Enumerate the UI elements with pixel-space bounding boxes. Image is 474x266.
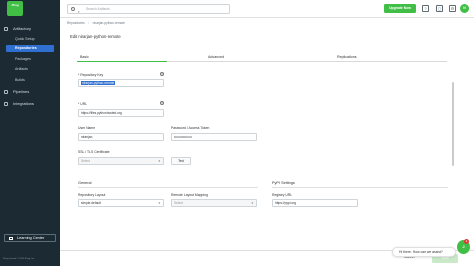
help-icon[interactable]: ?: [422, 5, 429, 12]
url-label: * URL: [78, 102, 88, 106]
breadcrumb-repositories[interactable]: Repositories: [67, 21, 85, 25]
repository-layout-select[interactable]: simple-default ▾: [78, 199, 164, 207]
info-icon[interactable]: ?: [160, 101, 164, 105]
sidebar-sub-label: Quick Setup: [15, 37, 35, 41]
tab-advanced[interactable]: Advanced: [205, 54, 305, 62]
repository-key-label: * Repository Key: [78, 73, 104, 77]
repository-layout-label: Repository Layout: [78, 193, 106, 197]
info-icon[interactable]: ?: [160, 72, 164, 76]
logo-text: Jfrog: [11, 3, 19, 7]
integrations-icon: [4, 102, 8, 106]
sidebar-item-repositories[interactable]: Repositories: [6, 45, 54, 52]
repository-key-field[interactable]: nirarjan-python-remote: [78, 79, 164, 87]
ssl-certificate-select[interactable]: Select ▾: [78, 157, 164, 165]
artifactory-icon: [4, 27, 8, 31]
ssl-certificate-label: SSL / TLS Certificate: [78, 150, 110, 154]
sidebar-item-artifactory[interactable]: Artifactory: [0, 25, 60, 33]
page-title: Edit nirarjan-python-remote: [70, 34, 121, 39]
breadcrumb: Repositories › nirarjan-python-remote: [67, 21, 128, 25]
sidebar: Jfrog Artifactory Quick Setup Repositori…: [0, 0, 60, 266]
graduation-cap-icon: [9, 237, 13, 240]
search-placeholder: Search Artifacts: [86, 7, 110, 11]
scrollbar[interactable]: [452, 82, 454, 166]
chat-bubble[interactable]: Hi there. How can we assist?: [392, 247, 456, 257]
sidebar-sub-label: Builds: [15, 78, 25, 82]
chevron-down-icon: ▾: [251, 201, 253, 205]
jfrog-logo[interactable]: Jfrog: [7, 1, 23, 16]
tab-replications[interactable]: Replications: [334, 54, 434, 62]
sidebar-sub-label: Packages: [15, 57, 31, 61]
settings-icon[interactable]: ⚙: [449, 5, 456, 12]
sidebar-item-builds[interactable]: Builds: [6, 77, 54, 84]
tab-bar: Basic Advanced Replications: [77, 54, 447, 62]
upgrade-now-button[interactable]: Upgrade Now: [384, 4, 416, 13]
chevron-down-icon: ▾: [158, 159, 160, 163]
sidebar-sub-label: Repositories: [15, 46, 37, 50]
remote-layout-mapping-label: Remote Layout Mapping: [171, 193, 208, 197]
sidebar-item-label: Pipelines: [13, 89, 30, 94]
sidebar-sub-label: Artifacts: [15, 67, 28, 71]
remote-layout-placeholder: Select: [174, 201, 183, 205]
password-label: Password / Access Token: [171, 126, 210, 130]
tab-label: Basic: [80, 55, 89, 59]
username-label: User Name: [78, 126, 96, 130]
chat-badge: 1: [464, 239, 469, 244]
learning-center-button[interactable]: Learning Center: [4, 234, 56, 242]
remote-layout-mapping-select[interactable]: Select ▾: [171, 199, 257, 207]
sidebar-item-integrations[interactable]: Integrations: [0, 100, 60, 108]
password-field[interactable]: ••••••••••••••••: [171, 133, 257, 141]
search-input[interactable]: ▾ Search Artifacts: [67, 4, 230, 14]
sidebar-item-artifacts[interactable]: Artifacts: [6, 66, 54, 73]
sidebar-item-label: Artifactory: [13, 26, 32, 31]
tab-label: Advanced: [208, 55, 224, 59]
test-button[interactable]: Test: [171, 157, 191, 165]
sidebar-item-packages[interactable]: Packages: [6, 56, 54, 63]
notifications-icon[interactable]: ▯: [436, 5, 443, 12]
url-field[interactable]: https://files.pythonhosted.org: [78, 109, 164, 117]
divider: [78, 187, 258, 188]
ssl-placeholder: Select: [81, 159, 90, 163]
chat-message: Hi there. How can we assist?: [399, 250, 443, 254]
avatar[interactable]: N: [460, 4, 469, 13]
sidebar-item-label: Integrations: [13, 101, 34, 106]
breadcrumb-current: nirarjan-python-remote: [92, 21, 125, 25]
top-bar: ▾ Search Artifacts Upgrade Now ? ▯ ⚙ N: [60, 0, 474, 18]
username-field[interactable]: niranjan: [78, 133, 164, 141]
registry-url-value: https://pypi.org: [275, 201, 296, 205]
url-value: https://files.pythonhosted.org: [81, 111, 122, 115]
pipelines-icon: [4, 90, 8, 94]
tab-label: Replications: [337, 55, 357, 59]
learning-center-label: Learning Center: [17, 236, 45, 240]
repository-key-value: nirarjan-python-remote: [81, 81, 116, 85]
general-heading: General: [78, 181, 92, 185]
repository-layout-value: simple-default: [81, 201, 101, 205]
tab-basic[interactable]: Basic: [77, 54, 167, 62]
pypi-settings-heading: PyPI Settings: [272, 181, 295, 185]
username-value: niranjan: [81, 135, 93, 139]
registry-url-field[interactable]: https://pypi.org: [272, 199, 358, 207]
registry-url-label: Registry URL: [272, 193, 293, 197]
search-icon: [71, 7, 75, 11]
divider: [272, 187, 448, 188]
chevron-down-icon: ▾: [78, 9, 80, 14]
sidebar-item-pipelines[interactable]: Pipelines: [0, 88, 60, 96]
breadcrumb-separator-icon: ›: [87, 21, 89, 25]
copyright-text: JFrog Limited © 2023 JFrog, Inc.: [3, 258, 35, 260]
password-value: ••••••••••••••••: [174, 135, 192, 139]
sidebar-item-quick-setup[interactable]: Quick Setup: [6, 36, 54, 43]
chevron-down-icon: ▾: [158, 201, 160, 205]
